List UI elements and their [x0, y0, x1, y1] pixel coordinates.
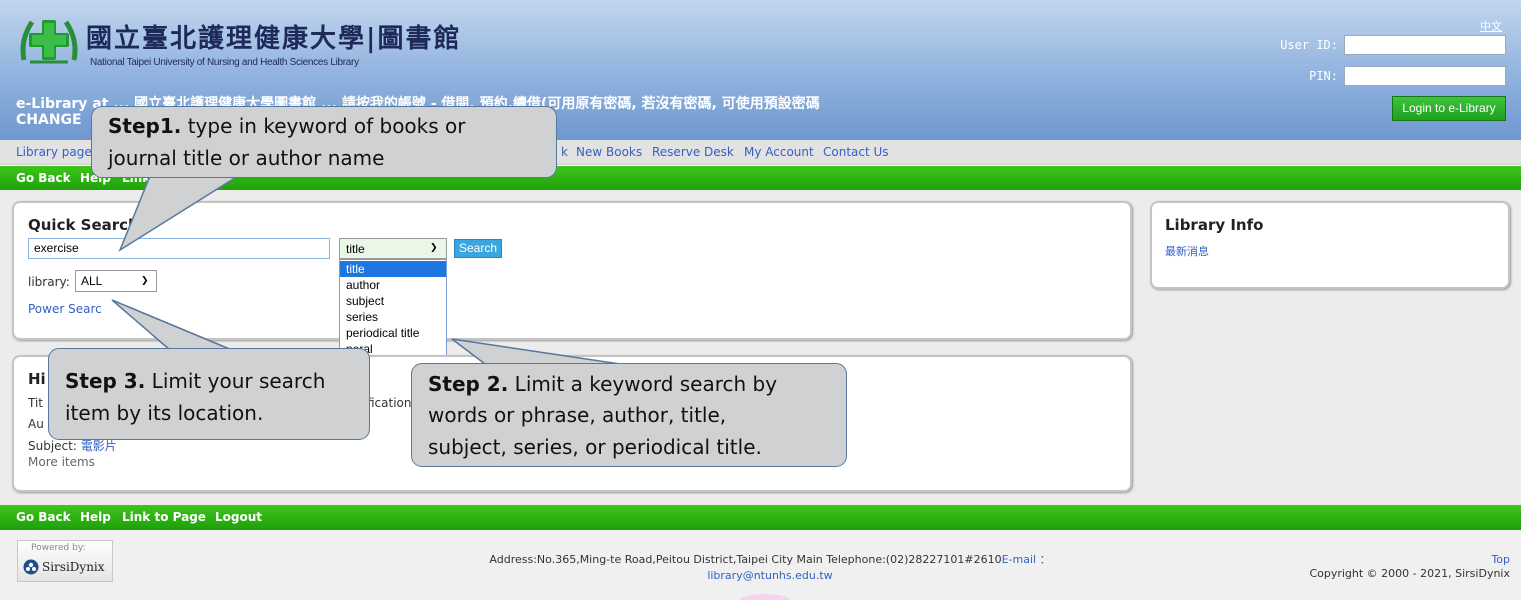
search-button[interactable]: Search [454, 239, 502, 258]
step2-text-line1: Step 2. Limit a keyword search by [428, 372, 778, 396]
library-news-link[interactable]: 最新消息 [1165, 243, 1209, 259]
userid-input[interactable] [1344, 35, 1506, 55]
quick-search-title: Quick Search [28, 216, 139, 234]
library-info-title: Library Info [1165, 216, 1264, 234]
step2-text-line3: subject, series, or periodical title. [428, 435, 762, 459]
powered-by-label: Powered by: [31, 543, 86, 553]
decorative-arc [740, 594, 790, 600]
email-label: E-mail ： [1001, 553, 1051, 566]
pin-input[interactable] [1344, 66, 1506, 86]
classification-fragment[interactable]: fication [367, 396, 412, 410]
dropdown-option-author[interactable]: author [340, 277, 446, 293]
copyright-text: Copyright © 2000 - 2021, SirsiDynix [1309, 567, 1510, 580]
step2-callout: Step 2. Limit a keyword search by words … [411, 363, 847, 467]
sirsidynix-logo-icon [23, 559, 39, 575]
link-to-page-link-bottom[interactable]: Link to Page [122, 510, 206, 524]
university-logo-icon [20, 20, 78, 64]
step3-text-line2: item by its location. [65, 401, 264, 425]
chevron-down-icon: ❯ [141, 276, 149, 286]
step1-text-line1: Step1. type in keyword of books or [108, 114, 466, 138]
subject-label: Subject: [28, 439, 77, 453]
userid-label: User ID: [1280, 38, 1338, 52]
search-field-dropdown: title author subject series periodical t… [339, 259, 447, 358]
step2-text-line2: words or phrase, author, title, [428, 403, 727, 427]
nav-library-page[interactable]: Library page [16, 145, 92, 159]
library-selected: ALL [81, 274, 103, 288]
more-items-link[interactable]: More items [28, 455, 95, 469]
search-field-selected: title [346, 242, 365, 256]
dropdown-option-periodical-title[interactable]: periodical title [340, 325, 446, 341]
highlight-title-line: Tit [28, 396, 43, 410]
highlight-author-line: Au [28, 417, 44, 431]
elibrary-banner-text-line2: CHANGE [16, 112, 82, 128]
nav-reserve-desk[interactable]: Reserve Desk [652, 145, 734, 159]
step1-text-line2: journal title or author name [108, 146, 385, 170]
highlights-title: Hi [28, 370, 46, 388]
sirsidynix-badge[interactable]: Powered by: SirsiDynix [17, 540, 113, 582]
login-button[interactable]: Login to e-Library [1392, 96, 1506, 121]
bottom-action-bar: Go Back Help Link to Page Logout [0, 505, 1521, 530]
language-toggle-link[interactable]: 中文 [1480, 18, 1502, 34]
dropdown-option-subject[interactable]: subject [340, 293, 446, 309]
sirsidynix-text: SirsiDynix [42, 560, 105, 574]
footer-address: Address:No.365,Ming-te Road,Peitou Distr… [430, 552, 1110, 584]
logout-link[interactable]: Logout [215, 510, 262, 524]
go-back-link[interactable]: Go Back [16, 171, 71, 185]
nav-my-account[interactable]: My Account [744, 145, 814, 159]
logo-title: 國立臺北護理健康大學|圖書館 [86, 24, 462, 54]
help-link-bottom[interactable]: Help [80, 510, 111, 524]
chevron-down-icon: ❯ [430, 243, 438, 253]
go-back-link-bottom[interactable]: Go Back [16, 510, 71, 524]
nav-new-books[interactable]: New Books [576, 145, 642, 159]
address-text: Address:No.365,Ming-te Road,Peitou Distr… [489, 553, 1002, 566]
keyword-search-input[interactable]: exercise [28, 238, 330, 259]
logo-subtitle: National Taipei University of Nursing an… [90, 57, 359, 68]
power-search-link[interactable]: Power Searc [28, 302, 102, 316]
library-label: library: [28, 275, 70, 289]
dropdown-option-series[interactable]: series [340, 309, 446, 325]
step1-callout: Step1. type in keyword of books or journ… [91, 106, 557, 178]
email-link[interactable]: library@ntunhs.edu.tw [707, 569, 832, 582]
dropdown-option-title[interactable]: title [340, 261, 446, 277]
subject-link[interactable]: 電影片 [81, 439, 117, 453]
step3-text-line1: Step 3. Limit your search [65, 369, 326, 393]
pin-label: PIN: [1309, 69, 1338, 83]
quick-search-panel [12, 201, 1132, 340]
step3-callout: Step 3. Limit your search item by its lo… [48, 348, 370, 440]
nav-partial-link[interactable]: k [561, 145, 568, 159]
back-to-top-link[interactable]: Top [1486, 553, 1510, 566]
nav-contact-us[interactable]: Contact Us [823, 145, 889, 159]
